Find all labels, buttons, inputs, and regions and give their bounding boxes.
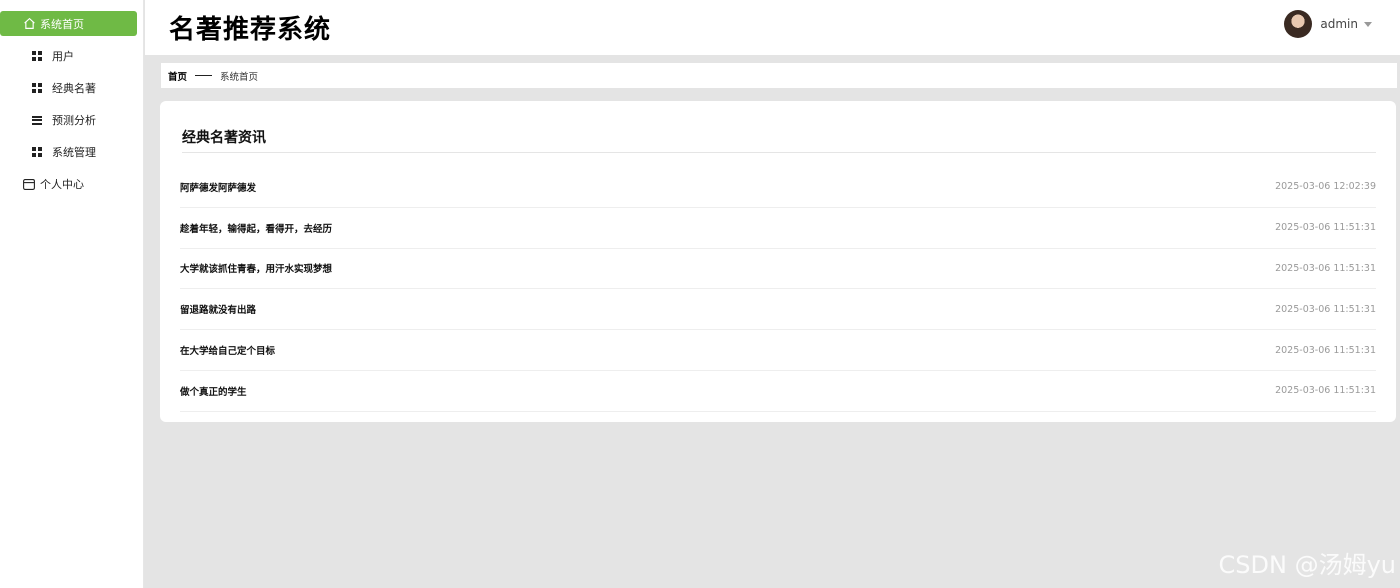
sidebar-item-classics[interactable]: 经典名著 [0, 72, 143, 104]
sidebar-item-label: 用户 [52, 50, 74, 63]
news-item-title[interactable]: 在大学给自己定个目标 [180, 343, 275, 357]
sidebar-item-system[interactable]: 系统管理 [0, 136, 143, 168]
user-menu[interactable]: admin [1284, 10, 1372, 38]
menu-icon [30, 113, 44, 127]
sidebar-item-prediction[interactable]: 预测分析 [0, 104, 143, 136]
news-item-time: 2025-03-06 12:02:39 [1275, 181, 1376, 193]
sidebar-item-label: 经典名著 [52, 82, 96, 95]
news-item-title[interactable]: 大学就该抓住青春，用汗水实现梦想 [180, 261, 332, 275]
sidebar-item-label: 个人中心 [40, 178, 84, 191]
breadcrumb: 首页 系统首页 [161, 63, 1397, 88]
news-card-title: 经典名著资讯 [182, 127, 1376, 153]
breadcrumb-home[interactable]: 首页 [168, 69, 187, 83]
news-item-time: 2025-03-06 11:51:31 [1275, 303, 1376, 315]
grid-icon [30, 81, 44, 95]
username[interactable]: admin [1320, 17, 1358, 31]
sidebar-item-users[interactable]: 用户 [0, 40, 143, 72]
sidebar-item-profile[interactable]: 个人中心 [0, 168, 143, 200]
news-item[interactable]: 趁着年轻，输得起，看得开，去经历 2025-03-06 11:51:31 [180, 208, 1376, 249]
news-item-title[interactable]: 留退路就没有出路 [180, 302, 256, 316]
sidebar: 系统首页 用户 经典名著 预测分析 系统管理 个人中心 [0, 0, 144, 588]
breadcrumb-current: 系统首页 [220, 71, 259, 83]
grid-icon [30, 49, 44, 63]
sidebar-item-home[interactable]: 系统首页 [0, 11, 137, 36]
caret-down-icon[interactable] [1364, 21, 1372, 27]
news-item[interactable]: 在大学给自己定个目标 2025-03-06 11:51:31 [180, 330, 1376, 371]
app-title: 名著推荐系统 [169, 15, 332, 45]
news-item-time: 2025-03-06 11:51:31 [1275, 222, 1376, 234]
news-item[interactable]: 做个真正的学生 2025-03-06 11:51:31 [180, 371, 1376, 412]
news-item-title[interactable]: 趁着年轻，输得起，看得开，去经历 [180, 221, 332, 235]
watermark: CSDN @汤姆yu [1218, 551, 1396, 579]
sidebar-item-label: 系统管理 [52, 146, 96, 159]
news-item-time: 2025-03-06 11:51:31 [1275, 385, 1376, 397]
top-header: 名著推荐系统 admin [145, 0, 1400, 55]
news-item-time: 2025-03-06 11:51:31 [1275, 262, 1376, 274]
news-item-title[interactable]: 阿萨德发阿萨德发 [180, 180, 256, 194]
grid-icon [30, 145, 44, 159]
sidebar-item-label: 预测分析 [52, 114, 96, 127]
news-item-title[interactable]: 做个真正的学生 [180, 384, 247, 398]
news-item[interactable]: 阿萨德发阿萨德发 2025-03-06 12:02:39 [180, 167, 1376, 208]
news-card: 经典名著资讯 阿萨德发阿萨德发 2025-03-06 12:02:39 趁着年轻… [160, 101, 1396, 422]
profile-card-icon [22, 177, 36, 191]
news-list: 阿萨德发阿萨德发 2025-03-06 12:02:39 趁着年轻，输得起，看得… [180, 167, 1376, 412]
sidebar-item-label: 系统首页 [40, 17, 84, 31]
news-item-time: 2025-03-06 11:51:31 [1275, 344, 1376, 356]
news-item[interactable]: 大学就该抓住青春，用汗水实现梦想 2025-03-06 11:51:31 [180, 249, 1376, 290]
home-icon [22, 17, 36, 31]
news-item[interactable]: 留退路就没有出路 2025-03-06 11:51:31 [180, 289, 1376, 331]
breadcrumb-separator [195, 75, 213, 76]
avatar[interactable] [1284, 10, 1313, 38]
